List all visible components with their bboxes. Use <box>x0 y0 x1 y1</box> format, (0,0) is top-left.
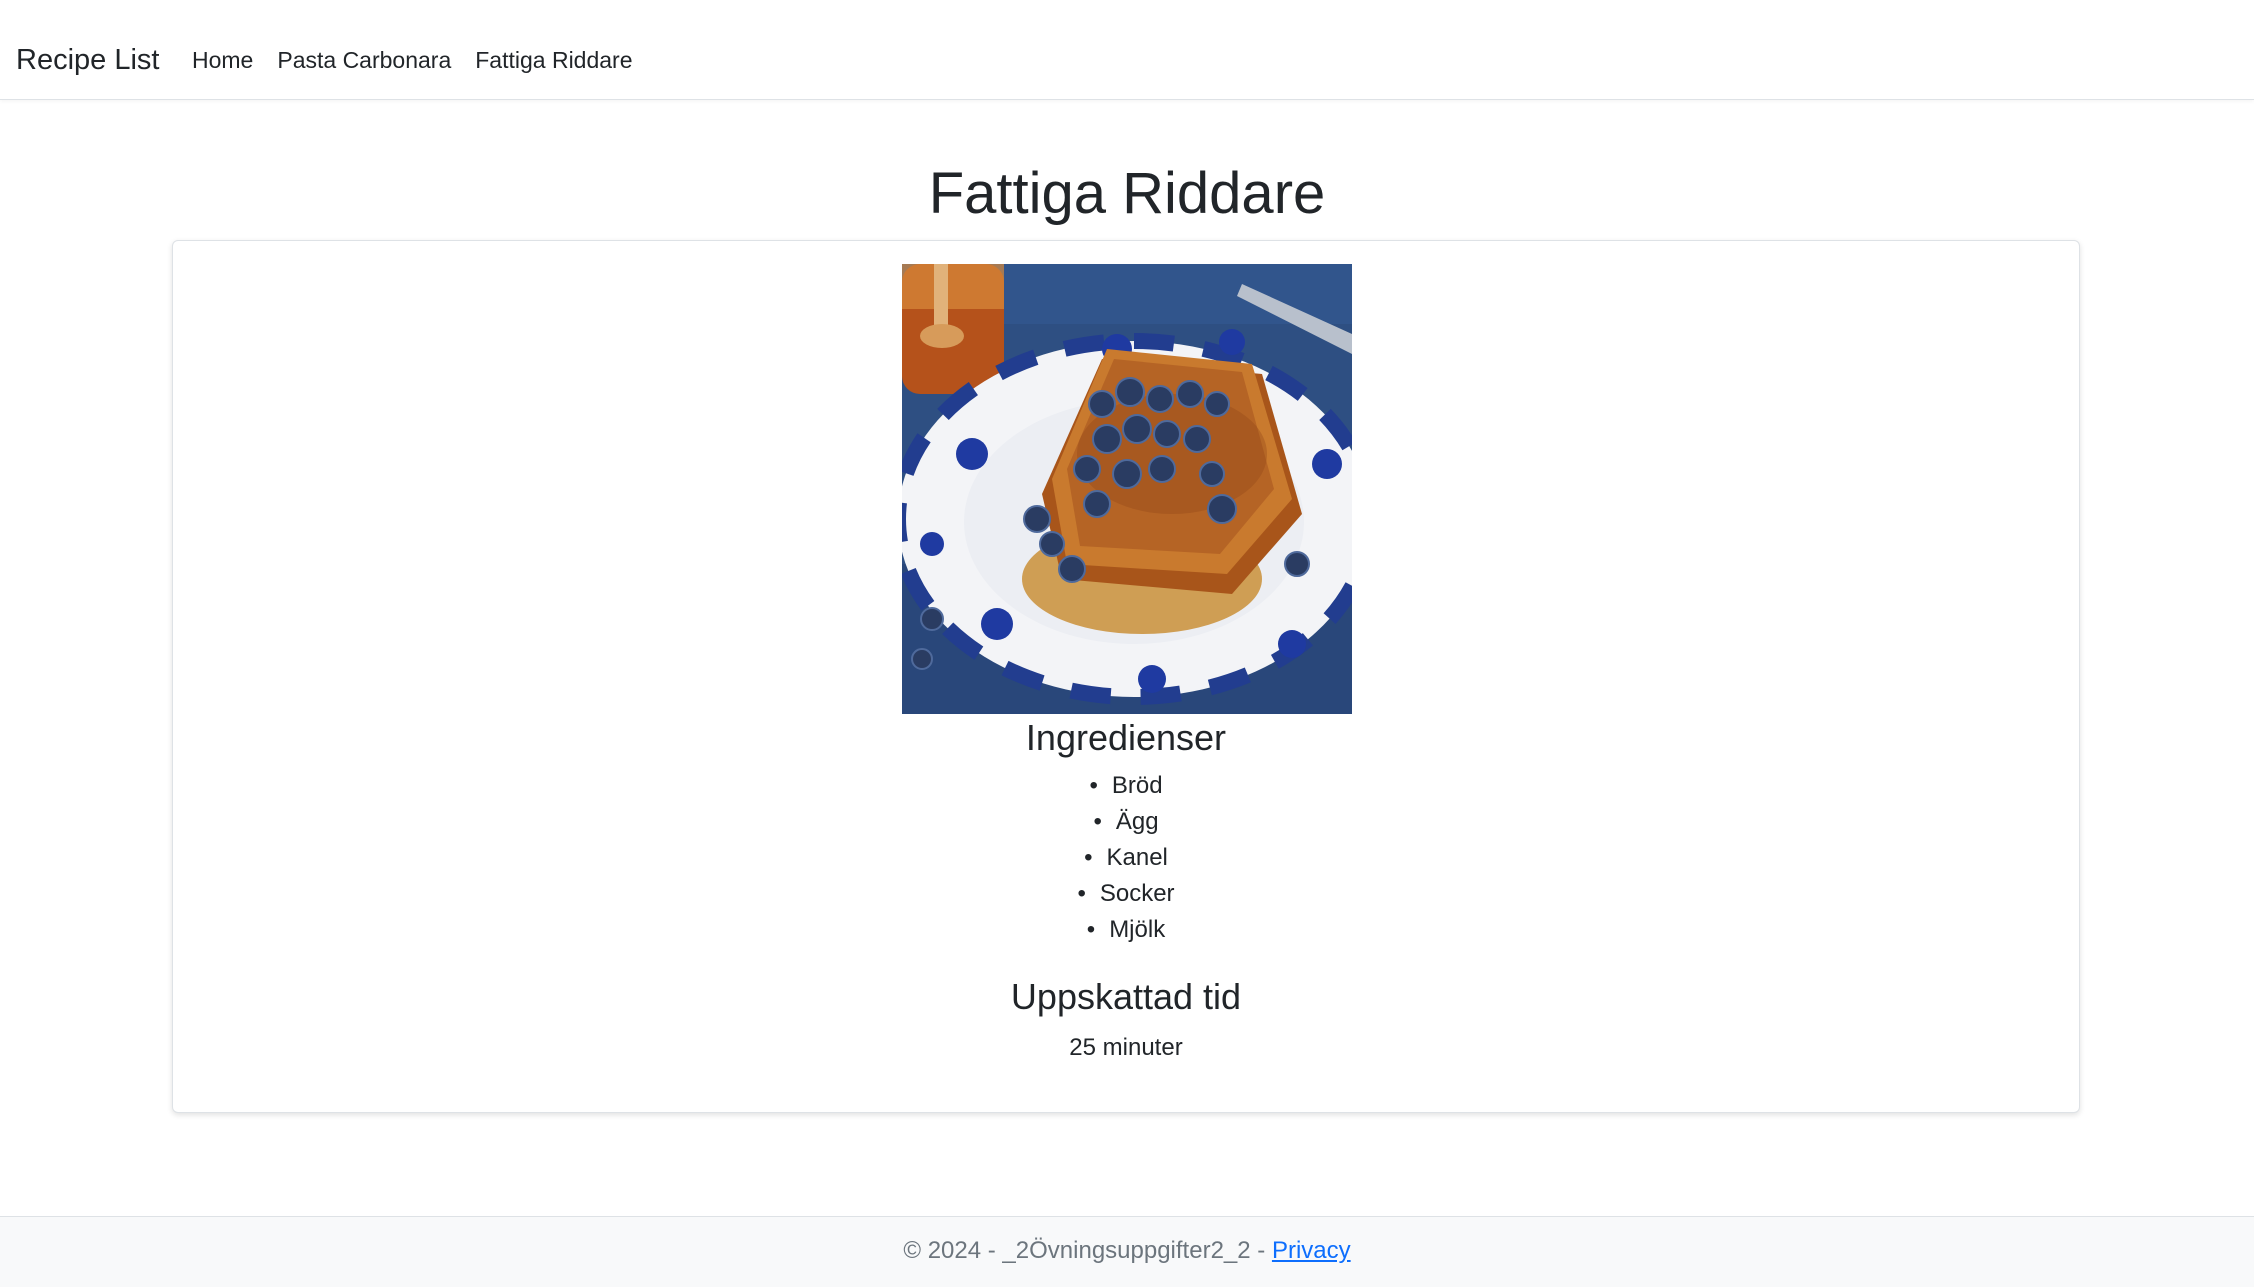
nav-link-fattiga-riddare[interactable]: Fattiga Riddare <box>475 47 632 73</box>
nav-item-pasta-carbonara: Pasta Carbonara <box>277 44 451 76</box>
list-item: Bröd <box>173 768 2079 804</box>
ingredients-heading: Ingredienser <box>1025 717 1227 758</box>
ingredients-list: Bröd Ägg Kanel Socker Mjölk <box>173 768 2079 948</box>
footer-copyright: © 2024 - _2Övningsuppgifter2_2 - <box>903 1237 1272 1264</box>
nav-item-fattiga-riddare: Fattiga Riddare <box>475 44 632 76</box>
brand-link[interactable]: Recipe List <box>16 40 159 80</box>
list-item: Ägg <box>173 804 2079 840</box>
list-item: Mjölk <box>173 912 2079 948</box>
list-item: Kanel <box>173 840 2079 876</box>
nav-link-home[interactable]: Home <box>192 47 253 73</box>
nav-link-pasta-carbonara[interactable]: Pasta Carbonara <box>277 47 451 73</box>
nav-item-home: Home <box>192 44 253 76</box>
recipe-card: Ingredienser Bröd Ägg Kanel Socker Mjölk… <box>172 240 2080 1113</box>
navbar: Recipe List Home Pasta Carbonara Fattiga… <box>0 0 2254 100</box>
nav-links: Home Pasta Carbonara Fattiga Riddare <box>192 44 633 76</box>
estimated-time-heading: Uppskattad tid <box>1010 976 1242 1017</box>
footer: © 2024 - _2Övningsuppgifter2_2 - Privacy <box>0 1216 2254 1287</box>
page-title: Fattiga Riddare <box>928 161 1326 226</box>
privacy-link[interactable]: Privacy <box>1272 1237 1351 1264</box>
recipe-image <box>902 264 1352 714</box>
estimated-time-value: 25 minuter <box>1069 1034 1183 1061</box>
list-item: Socker <box>173 876 2079 912</box>
